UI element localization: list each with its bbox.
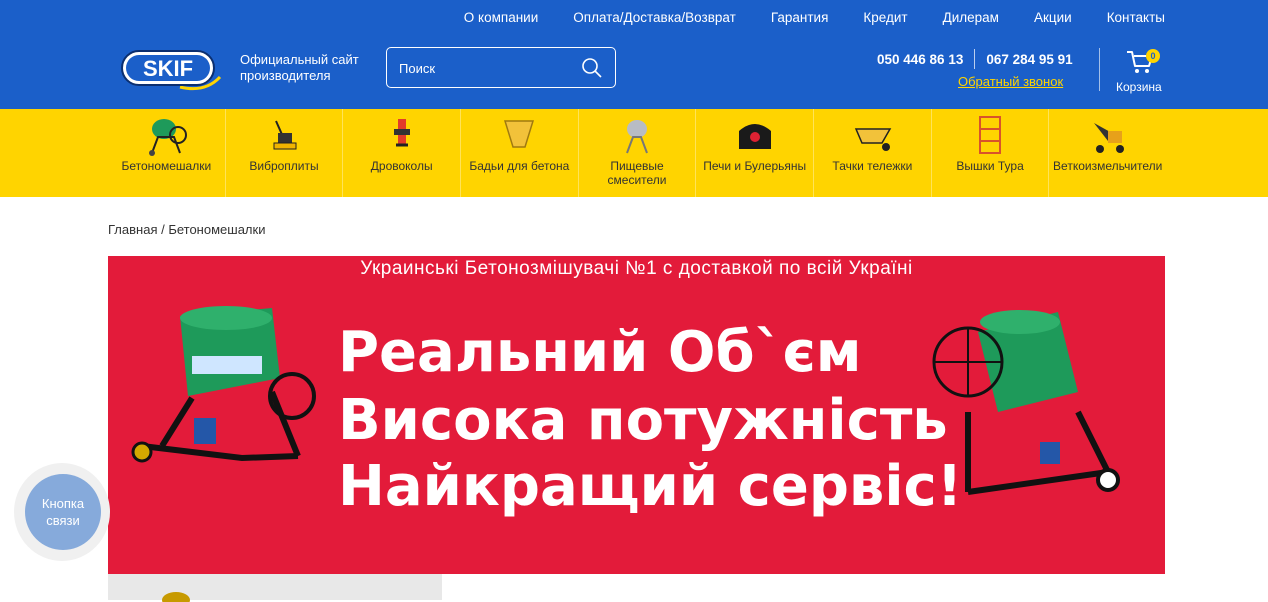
site-tagline: Официальный сайт производителя (240, 52, 359, 83)
banner-line-2: Висока потужність (338, 388, 948, 453)
stove-icon (738, 124, 771, 149)
vibration-plate-icon (273, 120, 297, 150)
category-food-mixers[interactable]: Пищевые смесители (579, 109, 697, 197)
category-vibration-plates[interactable]: Виброплиты (226, 109, 344, 197)
phone-1[interactable]: 050 446 86 13 (877, 52, 963, 67)
concrete-mixer-image-right (932, 310, 1120, 495)
nav-about[interactable]: О компании (464, 10, 538, 25)
top-nav: О компании Оплата/Доставка/Возврат Гаран… (429, 10, 1165, 25)
wheelbarrow-icon (855, 128, 892, 151)
nav-warranty[interactable]: Гарантия (771, 10, 829, 25)
category-label: Виброплиты (249, 159, 319, 173)
callback-link[interactable]: Обратный звонок (958, 74, 1063, 89)
category-label: Бадьи для бетона (469, 159, 570, 173)
nav-dealers[interactable]: Дилерам (943, 10, 999, 25)
category-label: Печи и Булерьяны (703, 159, 807, 173)
breadcrumb[interactable]: Главная / Бетономешалки (108, 222, 265, 237)
category-label: Тачки тележки (832, 159, 913, 173)
concrete-mixer-icon (149, 119, 188, 156)
nav-credit[interactable]: Кредит (863, 10, 907, 25)
category-wheelbarrows[interactable]: Тачки тележки (814, 109, 932, 197)
category-bar: Бетономешалки Виброплиты Дровоколы Бадьи… (0, 109, 1268, 197)
search-box (386, 47, 616, 88)
logo-text: SKIF (143, 56, 193, 81)
log-splitter-icon (393, 119, 410, 147)
category-label: Бетономешалки (121, 159, 212, 173)
nav-payment-delivery[interactable]: Оплата/Доставка/Возврат (573, 10, 736, 25)
concrete-bucket-icon (504, 120, 535, 148)
scaffold-tower-icon (979, 116, 1002, 154)
category-label: Веткоизмельчители (1053, 159, 1163, 173)
search-icon[interactable] (581, 57, 603, 79)
food-mixer-icon (626, 120, 648, 154)
cart-button[interactable]: 0 Корзина (1116, 47, 1166, 97)
banner-subtitle: Украинські Бетонозмішувачі №1 с доставко… (360, 258, 913, 279)
site-header: О компании Оплата/Доставка/Возврат Гаран… (0, 0, 1268, 109)
category-wood-chippers[interactable]: Веткоизмельчители (1049, 109, 1166, 197)
skif-logo[interactable]: SKIF (120, 47, 224, 93)
category-label: Вышки Тура (956, 159, 1024, 173)
product-card-preview[interactable] (108, 574, 442, 602)
category-concrete-mixers[interactable]: Бетономешалки (108, 109, 226, 197)
nav-contacts[interactable]: Контакты (1107, 10, 1165, 25)
contact-button[interactable]: Кнопка связи (14, 463, 110, 561)
category-stoves[interactable]: Печи и Булерьяны (696, 109, 815, 197)
concrete-mixer-image-left (131, 306, 316, 463)
phone-2[interactable]: 067 284 95 91 (986, 52, 1072, 67)
cart-count-badge: 0 (1146, 49, 1160, 63)
phone-numbers: 050 446 86 13 067 284 95 91 (877, 49, 1073, 69)
phone-divider (974, 49, 976, 69)
category-concrete-buckets[interactable]: Бадьи для бетона (461, 109, 579, 197)
banner-line-1: Реальний Об`єм (338, 320, 862, 385)
category-label: Дровоколы (370, 159, 433, 173)
banner-line-3: Найкращий сервіс! (338, 454, 963, 519)
header-divider (1099, 48, 1100, 91)
promo-banner[interactable]: Украинські Бетонозмішувачі №1 с доставко… (108, 256, 1165, 574)
category-label: Пищевые смесители (607, 159, 667, 187)
contact-button-label: Кнопка связи (25, 474, 101, 550)
category-scaffold-towers[interactable]: Вышки Тура (932, 109, 1050, 197)
cart-label: Корзина (1116, 80, 1162, 94)
nav-promotions[interactable]: Акции (1034, 10, 1072, 25)
search-input[interactable] (399, 58, 569, 78)
wood-chipper-icon (1093, 123, 1124, 153)
category-log-splitters[interactable]: Дровоколы (343, 109, 462, 197)
